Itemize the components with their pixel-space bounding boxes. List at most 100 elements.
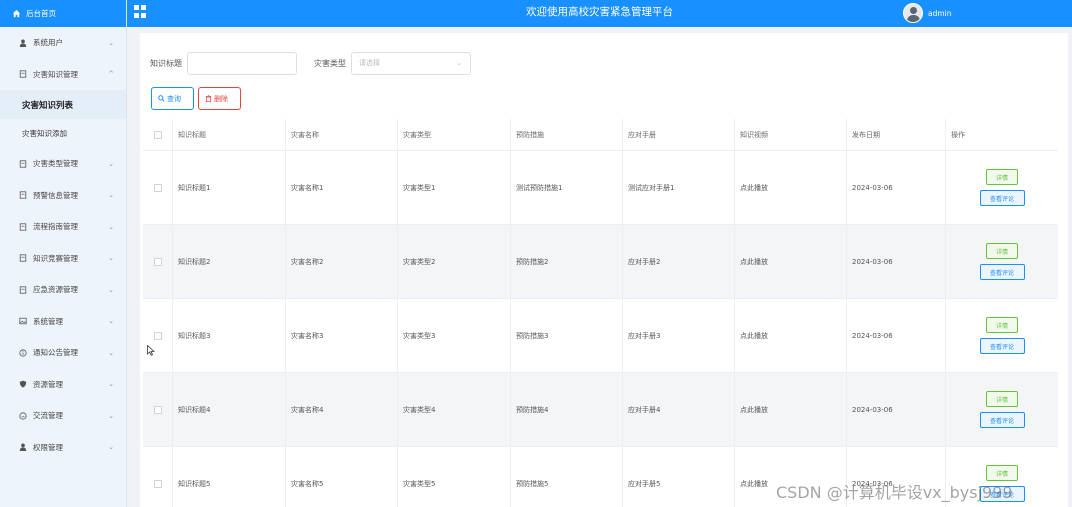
sidebar-item[interactable]: 灾害类型管理 ⌄ — [0, 148, 126, 180]
mouse-cursor-icon — [147, 345, 155, 356]
type-filter-placeholder: 请选择 — [359, 58, 380, 67]
user-menu[interactable]: admin — [903, 2, 952, 24]
sidebar-item[interactable]: 交流管理 ⌄ — [0, 400, 126, 432]
chevron-down-icon: ⌄ — [108, 222, 114, 231]
select-all-checkbox[interactable] — [153, 130, 162, 139]
table-cell: 知识标题4 — [173, 373, 286, 446]
delete-button[interactable]: 删除 — [198, 87, 241, 110]
home-icon — [12, 9, 21, 18]
row-actions: 详情 查看评论 — [946, 299, 1058, 372]
video-play-link[interactable]: 点此播放 — [735, 151, 847, 224]
chevron-down-icon: ⌄ — [456, 58, 462, 67]
sidebar-item[interactable]: 资源管理 ⌄ — [0, 369, 126, 401]
sidebar-item[interactable]: 通知公告管理 ⌄ — [0, 337, 126, 369]
table-cell: 应对手册5 — [623, 447, 735, 507]
table-row: 知识标题4 灾害名称4 灾害类型4 预防措施4 应对手册4 点此播放 2024-03-06 详… — [143, 373, 1058, 447]
table-cell: 灾害类型5 — [398, 447, 511, 507]
chevron-down-icon: ⌄ — [108, 38, 114, 47]
detail-button[interactable]: 详情 — [986, 243, 1018, 259]
table-cell: 灾害类型3 — [398, 299, 511, 372]
row-checkbox[interactable] — [153, 405, 162, 414]
row-checkbox[interactable] — [153, 257, 162, 266]
table-cell: 知识标题1 — [173, 151, 286, 224]
video-play-link[interactable]: 点此播放 — [735, 225, 847, 298]
chevron-down-icon: ⌄ — [108, 159, 114, 168]
table-cell: 测试应对手册1 — [623, 151, 735, 224]
sidebar-item[interactable]: 预警信息管理 ⌄ — [0, 180, 126, 212]
sidebar-item-label: 权限管理 — [33, 442, 63, 452]
row-actions: 详情 查看评论 — [946, 225, 1058, 298]
chevron-down-icon: ⌄ — [108, 285, 114, 294]
user-name: admin — [928, 8, 952, 18]
doc-icon — [18, 159, 27, 168]
row-select-cell — [143, 151, 173, 224]
table-cell: 灾害名称1 — [286, 151, 398, 224]
column-header: 灾害类型 — [398, 119, 511, 150]
video-play-link[interactable]: 点此播放 — [735, 299, 847, 372]
knowledge-table: 知识标题 灾害名称 灾害类型 预防措施 应对手册 知识视频 发布日期 操作 知识… — [143, 119, 1058, 507]
sidebar-item-label: 知识竞赛管理 — [33, 253, 78, 263]
sidebar-item[interactable]: 权限管理 ⌄ — [0, 432, 126, 464]
table-header-row: 知识标题 灾害名称 灾害类型 预防措施 应对手册 知识视频 发布日期 操作 — [143, 119, 1058, 151]
table-cell: 测试预防措施1 — [511, 151, 623, 224]
chevron-down-icon: ⌄ — [108, 443, 114, 452]
row-select-cell — [143, 447, 173, 507]
sidebar-item[interactable]: 流程指南管理 ⌄ — [0, 211, 126, 243]
sidebar-item[interactable]: 灾害知识管理 ^ — [0, 59, 126, 91]
row-checkbox[interactable] — [153, 183, 162, 192]
sidebar-item[interactable]: 应急资源管理 ⌄ — [0, 274, 126, 306]
row-checkbox[interactable] — [153, 479, 162, 488]
doc-icon — [18, 285, 27, 294]
table-cell: 2024-03-06 — [847, 151, 946, 224]
row-checkbox[interactable] — [153, 331, 162, 340]
search-icon — [158, 95, 165, 102]
row-select-cell — [143, 225, 173, 298]
sidebar-subitem[interactable]: 灾害知识添加 — [0, 119, 126, 148]
table-cell: 知识标题5 — [173, 447, 286, 507]
view-comments-button[interactable]: 查看评论 — [979, 412, 1025, 428]
table-cell: 预防措施4 — [511, 373, 623, 446]
row-select-cell — [143, 373, 173, 446]
view-comments-button[interactable]: 查看评论 — [979, 264, 1025, 280]
chat-icon — [18, 411, 27, 420]
column-header: 应对手册 — [623, 119, 735, 150]
table-cell: 预防措施3 — [511, 299, 623, 372]
doc-icon — [18, 222, 27, 231]
detail-button[interactable]: 详情 — [986, 391, 1018, 407]
chevron-down-icon: ⌄ — [108, 380, 114, 389]
sidebar-item-label: 系统用户 — [33, 38, 63, 48]
table-cell: 应对手册2 — [623, 225, 735, 298]
doc-icon — [18, 191, 27, 200]
table-cell: 灾害类型2 — [398, 225, 511, 298]
table-row: 知识标题3 灾害名称3 灾害类型3 预防措施3 应对手册3 点此播放 2024-03-06 详… — [143, 299, 1058, 373]
row-select-cell — [143, 299, 173, 372]
sidebar-menu: 系统用户 ⌄ 灾害知识管理 ^ 灾害知识列表 灾害知识添加 灾害类型管理 ⌄ 预警信息管理 ⌄ 流程… — [0, 27, 126, 463]
video-play-link[interactable]: 点此播放 — [735, 373, 847, 446]
sidebar-subitem[interactable]: 灾害知识列表 — [0, 90, 126, 119]
user-icon — [18, 443, 27, 452]
table-row: 知识标题2 灾害名称2 灾害类型2 预防措施2 应对手册2 点此播放 2024-03-06 详… — [143, 225, 1058, 299]
query-button[interactable]: 查询 — [151, 87, 194, 110]
sidebar-item[interactable]: 系统用户 ⌄ — [0, 27, 126, 59]
chevron-down-icon: ⌄ — [108, 348, 114, 357]
chevron-up-icon: ^ — [108, 70, 114, 79]
sidebar-item[interactable]: 知识竞赛管理 ⌄ — [0, 243, 126, 275]
detail-button[interactable]: 详情 — [986, 317, 1018, 333]
title-filter-input[interactable] — [187, 51, 297, 75]
title-filter-label: 知识标题 — [150, 58, 182, 68]
view-comments-button[interactable]: 查看评论 — [979, 190, 1025, 206]
table-cell: 灾害类型1 — [398, 151, 511, 224]
sidebar-item-label: 系统管理 — [33, 316, 63, 326]
type-filter-select[interactable]: 请选择 ⌄ — [351, 51, 471, 75]
chevron-down-icon: ⌄ — [108, 191, 114, 200]
detail-button[interactable]: 详情 — [986, 169, 1018, 185]
sidebar-home-label: 后台首页 — [26, 9, 56, 18]
chevron-down-icon: ⌄ — [108, 254, 114, 263]
sidebar-home[interactable]: 后台首页 — [0, 0, 126, 27]
top-header: 欢迎使用高校灾害紧急管理平台 admin — [127, 0, 1072, 27]
sidebar-item[interactable]: 系统管理 ⌄ — [0, 306, 126, 338]
sidebar-item-label: 交流管理 — [33, 411, 63, 421]
view-comments-button[interactable]: 查看评论 — [979, 338, 1025, 354]
column-header: 操作 — [951, 130, 965, 139]
avatar[interactable] — [903, 3, 923, 23]
